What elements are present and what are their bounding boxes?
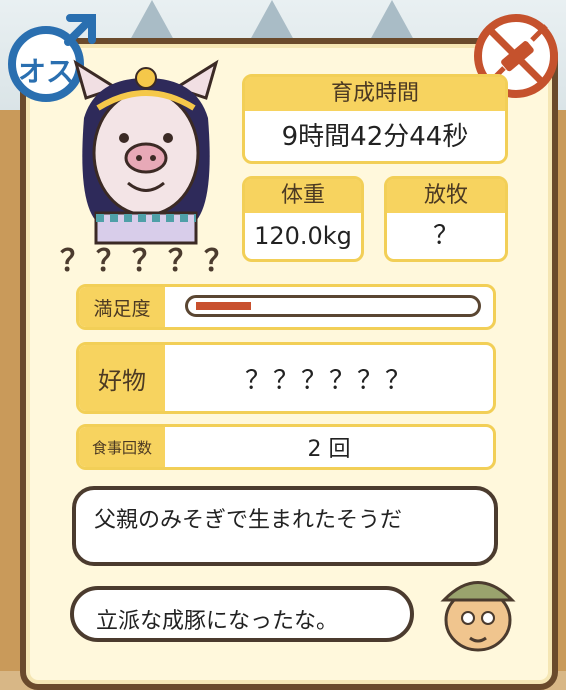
raising-time-value: 9時間42分44秒 (281, 122, 469, 152)
dialogue-bubble-farmer: 立派な成豚になったな。 (70, 586, 414, 642)
satisfaction-meter-fill (196, 302, 251, 310)
weight-box: 体重 120.0kg (242, 176, 364, 262)
favorite-food-label: 好物 (79, 345, 165, 411)
weight-label: 体重 (245, 179, 361, 213)
satisfaction-row: 満足度 (76, 284, 496, 330)
raising-time-box: 育成時間 9時間42分44秒 (242, 74, 508, 164)
weight-value: 120.0kg (254, 222, 352, 250)
pig-name: ？？？？？ (60, 244, 240, 279)
tree-decoration (130, 0, 174, 40)
dialogue-text-info: 父親のみそぎで生まれたそうだ (94, 508, 403, 533)
favorite-food-row: 好物 ？？？？？？ (76, 342, 496, 414)
dialogue-bubble-info: 父親のみそぎで生まれたそうだ (72, 486, 498, 566)
meal-count-value: 2 回 (307, 437, 351, 462)
pig-portrait (66, 58, 226, 248)
farmer-face-icon (440, 581, 516, 652)
farmer-avatar (430, 560, 526, 656)
grazing-box: 放牧 ？ (384, 176, 508, 262)
raising-time-label: 育成時間 (245, 77, 505, 111)
satisfaction-label: 満足度 (79, 287, 165, 327)
dialogue-text-farmer: 立派な成豚になったな。 (96, 609, 339, 634)
meal-count-row: 食事回数 2 回 (76, 424, 496, 470)
meal-count-label: 食事回数 (79, 427, 165, 467)
satisfaction-meter (185, 295, 481, 317)
grazing-value: ？ (432, 221, 459, 251)
pig-character-icon (73, 59, 219, 245)
favorite-food-value: ？？？？？？ (244, 365, 413, 396)
tree-decoration (250, 0, 294, 40)
tree-decoration (370, 0, 414, 40)
grazing-label: 放牧 (387, 179, 505, 213)
